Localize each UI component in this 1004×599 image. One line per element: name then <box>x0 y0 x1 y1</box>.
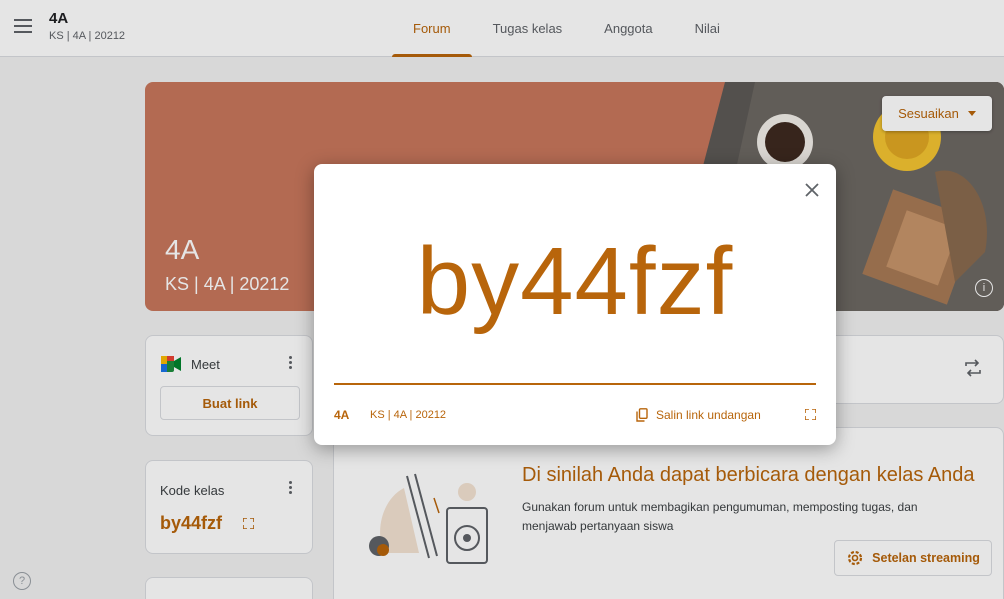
dialog-class-section: KS | 4A | 20212 <box>370 409 447 421</box>
fullscreen-icon[interactable] <box>805 409 816 420</box>
copy-invite-link-label: Salin link undangan <box>656 408 761 422</box>
class-code-dialog: by44fzf 4A KS | 4A | 20212 Salin link un… <box>314 164 836 445</box>
close-icon[interactable] <box>803 181 821 199</box>
dialog-divider <box>334 383 816 385</box>
dialog-class-code: by44fzf <box>416 228 734 335</box>
copy-icon <box>636 408 648 422</box>
dialog-class-name: 4A <box>334 408 350 422</box>
copy-invite-link-button[interactable]: Salin link undangan <box>636 402 761 428</box>
